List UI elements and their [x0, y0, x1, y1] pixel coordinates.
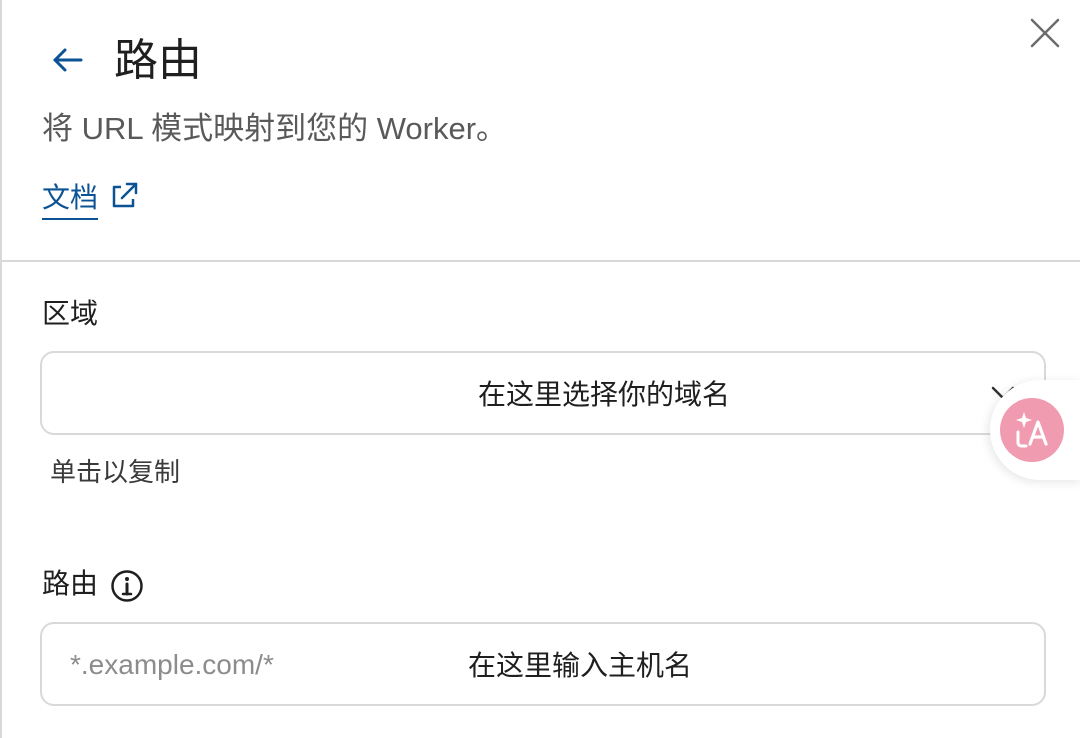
routes-panel: 路由 将 URL 模式映射到您的 Worker。 文档 区域 在这里选择你的域名…	[0, 0, 1080, 738]
translate-icon	[1000, 398, 1064, 462]
section-divider	[2, 260, 1080, 262]
zone-select[interactable]: 在这里选择你的域名	[40, 351, 1046, 435]
route-label: 路由	[42, 568, 99, 599]
translate-button[interactable]	[990, 380, 1080, 480]
external-link-icon[interactable]	[108, 180, 140, 212]
docs-link[interactable]: 文档	[42, 180, 99, 220]
zone-label: 区域	[42, 298, 99, 329]
page-title: 路由	[114, 36, 202, 85]
zone-copy-hint: 单击以复制	[50, 457, 181, 487]
close-icon[interactable]	[1026, 14, 1064, 52]
info-icon[interactable]	[110, 569, 144, 603]
page-subtitle: 将 URL 模式映射到您的 Worker。	[42, 111, 508, 146]
route-input-container	[40, 622, 1046, 706]
zone-select-value: 在这里选择你的域名	[477, 379, 730, 410]
arrow-left-icon[interactable]	[50, 42, 86, 78]
route-input[interactable]	[68, 624, 1012, 706]
